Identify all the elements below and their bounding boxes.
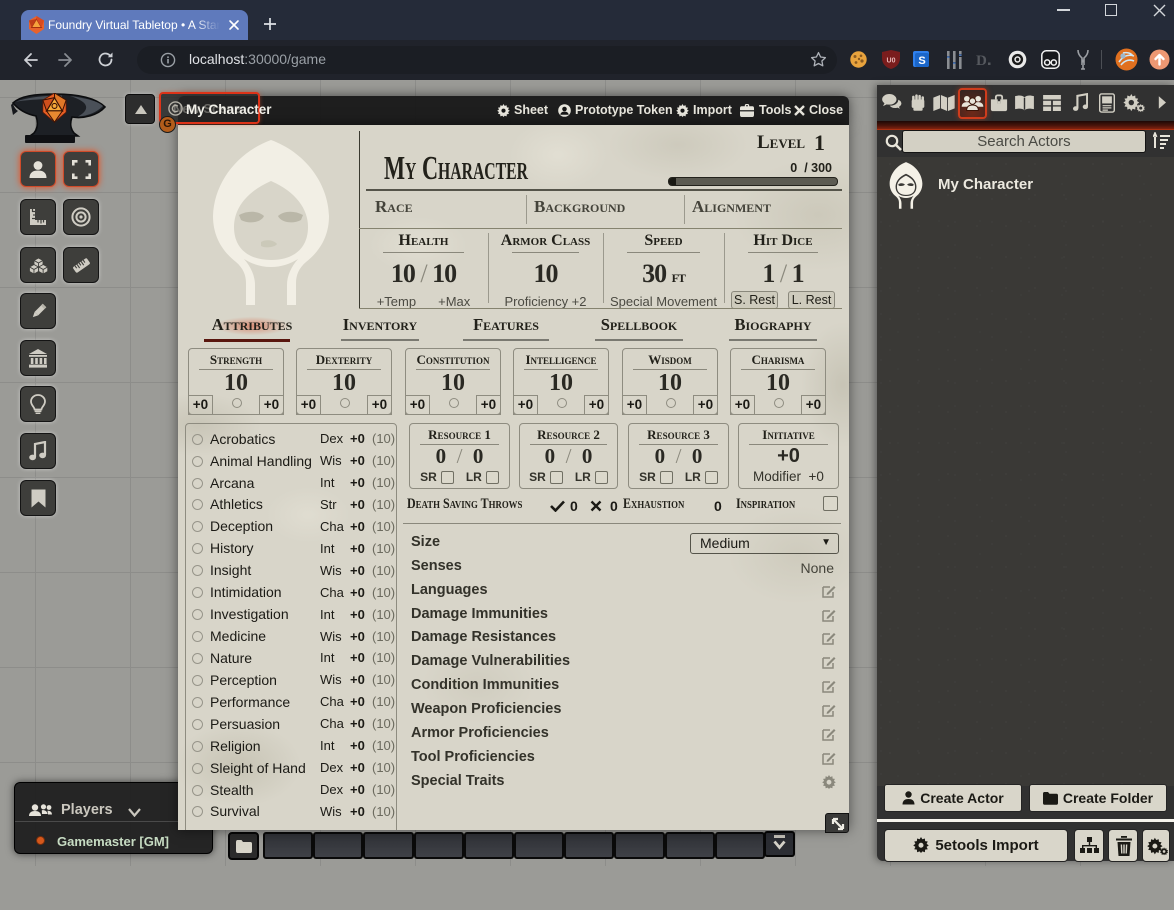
svg-text:S: S <box>918 55 925 67</box>
svg-text:U0: U0 <box>887 58 896 65</box>
svg-text:D: D <box>976 53 987 68</box>
